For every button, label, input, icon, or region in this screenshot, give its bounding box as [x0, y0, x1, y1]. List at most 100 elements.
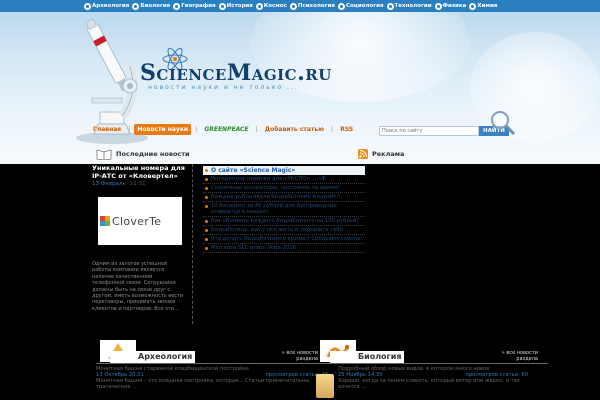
all-news-link[interactable]: » все новости раздела — [496, 350, 538, 362]
news-list-item[interactable]: 10 батареек за 45 рублей для беспроводны… — [203, 202, 365, 217]
news-title: Безработица, как у нее жить и сохранить … — [211, 227, 343, 233]
ads-area — [372, 164, 522, 324]
news-list-item[interactable]: Интересные новинки для «ЭКСПО» ... «Ф — [203, 175, 365, 184]
category-nav-label: История — [226, 3, 253, 9]
category-nav-label: Химия — [477, 3, 498, 9]
ads-title: Реклама — [372, 150, 405, 158]
news-list-item[interactable]: О сайте «Science Magic» — [203, 166, 365, 175]
category-teaser: Подробный обзор новых видов, в котором м… — [316, 366, 528, 390]
bullet-icon — [205, 228, 208, 232]
category-nav-item[interactable]: История — [218, 1, 253, 11]
news-title: Солнечные коллекторы, постоянно ли время… — [211, 185, 340, 191]
latest-news-title: Последние новости — [116, 150, 190, 158]
bullet-icon — [205, 219, 208, 223]
search-input[interactable] — [379, 126, 479, 136]
category-nav-item[interactable]: Космос — [255, 1, 287, 11]
nav-add-article[interactable]: Добавить статью — [262, 124, 327, 135]
physics-icon — [434, 2, 442, 10]
category-block-header: Биология » все новости раздела — [316, 340, 548, 364]
chemistry-icon — [469, 2, 477, 10]
logo-text: ScienceMagic.ru — [140, 60, 332, 86]
news-title: 10 батареек за 45 рублей для беспроводны… — [211, 203, 337, 215]
category-nav-item[interactable]: Химия — [469, 1, 497, 11]
history-icon — [218, 2, 226, 10]
nav-separator: | — [331, 126, 334, 133]
article-thumbnail[interactable] — [316, 374, 334, 398]
bullet-icon — [205, 195, 208, 199]
nav-rss[interactable]: RSS — [337, 124, 356, 135]
category-nav-item[interactable]: Археология — [84, 1, 129, 11]
category-nav-label: География — [181, 3, 216, 9]
news-list-item[interactable]: Солнечные коллекторы, постоянно ли время… — [203, 184, 365, 193]
category-nav-item[interactable]: Психология — [289, 1, 335, 11]
clover-mark-icon — [100, 216, 110, 226]
technology-icon — [386, 2, 394, 10]
category-block-header: Археология » все новости раздела — [96, 340, 328, 364]
geography-icon — [173, 2, 181, 10]
featured-title[interactable]: Уникальные номера для IP-АТС от «Кловерт… — [92, 164, 188, 180]
header: ScienceMagic.ru новости науки и не тольк… — [0, 12, 600, 164]
news-list-item[interactable]: Каждые рубль ввела безработному в кризис… — [203, 193, 365, 202]
featured-text: Одним из залогов успешной работы компани… — [92, 261, 184, 312]
teaser-text: Хорошо, когда за окном слякоть, который … — [338, 378, 520, 390]
bullet-icon — [205, 186, 208, 190]
category-block-archaeology: Археология » все новости раздела Монетна… — [96, 340, 328, 400]
nav-greenpeace[interactable]: GREENPEACE — [201, 124, 251, 135]
news-title: Каждые рубль ввела безработному в кризис… — [211, 194, 340, 200]
category-nav-label: Биология — [140, 3, 171, 9]
category-block-biology: Биология » все новости раздела Подробный… — [316, 340, 548, 400]
news-list-item[interactable]: Что делать безработным в кризис? Собирае… — [203, 235, 365, 244]
news-title: Как обновить каждого безработного на 100… — [211, 218, 360, 224]
nav-separator: | — [195, 126, 198, 133]
cloverte-logo-text: CloverTe — [112, 214, 162, 228]
category-nav-item[interactable]: География — [173, 1, 216, 11]
news-title: О сайте «Science Magic» — [211, 167, 296, 174]
site-logo[interactable]: ScienceMagic.ru новости науки и не тольк… — [140, 60, 332, 91]
nav-home[interactable]: Главная — [90, 124, 124, 135]
bullet-icon — [205, 246, 208, 250]
teaser-text: Монетная башня – это изящная постройка, … — [96, 378, 310, 390]
bullet-icon — [205, 204, 208, 208]
category-nav-label: Археология — [92, 3, 130, 9]
bullet-icon — [205, 177, 208, 181]
archaeology-icon — [84, 2, 91, 10]
featured-date-row: 13 Февраль 11:31 — [92, 181, 188, 187]
category-nav-label: Социология — [345, 3, 384, 9]
all-news-link[interactable]: » все новости раздела — [276, 350, 318, 362]
news-list-item[interactable]: Безработица, как у нее жить и сохранить … — [203, 226, 365, 235]
magnifier-icon — [491, 111, 516, 136]
biology-icon — [132, 2, 140, 10]
column-divider — [192, 164, 193, 324]
bullet-icon — [205, 169, 208, 172]
ads-header: Реклама — [358, 147, 404, 161]
news-list-item[interactable]: Mercedes SLC отвел Volta 2016 — [203, 244, 365, 253]
news-title: Что делать безработным в кризис? Собирае… — [211, 236, 363, 242]
category-name[interactable]: Археология — [110, 351, 196, 363]
featured-time: 11:31 — [129, 181, 146, 187]
latest-news-header: Последние новости — [96, 147, 190, 161]
sociology-icon — [337, 2, 345, 10]
category-nav-label: Психология — [297, 3, 335, 9]
main-nav: Главная | Новости науки | GREENPEACE | Д… — [90, 124, 356, 135]
featured-article: Уникальные номера для IP-АТС от «Кловерт… — [92, 164, 188, 324]
rss-icon[interactable] — [358, 149, 368, 159]
category-bar: Археология Биология География История Космос… — [0, 0, 600, 12]
category-nav-item[interactable]: Биология — [132, 1, 170, 11]
nav-separator: | — [128, 126, 131, 133]
category-name[interactable]: Биология — [330, 351, 405, 363]
news-list: О сайте «Science Magic» Интересные новинк… — [203, 166, 365, 253]
category-nav-item[interactable]: Технологии — [386, 1, 432, 11]
category-nav-label: Физика — [442, 3, 467, 9]
category-nav: Археология Биология География История Космос… — [84, 1, 497, 11]
nav-separator: | — [255, 126, 258, 133]
psychology-icon — [289, 2, 297, 10]
featured-date: 13 Февраль — [92, 181, 126, 187]
book-icon — [96, 149, 112, 160]
space-icon — [255, 2, 263, 10]
cloverte-logo[interactable]: CloverTe — [98, 197, 182, 245]
news-title: Интересные новинки для «ЭКСПО» ... «Ф — [211, 176, 326, 182]
category-nav-item[interactable]: Социология — [337, 1, 384, 11]
nav-science-news[interactable]: Новости науки — [134, 124, 192, 135]
news-list-item[interactable]: Как обновить каждого безработного на 100… — [203, 217, 365, 226]
category-nav-item[interactable]: Физика — [434, 1, 467, 11]
